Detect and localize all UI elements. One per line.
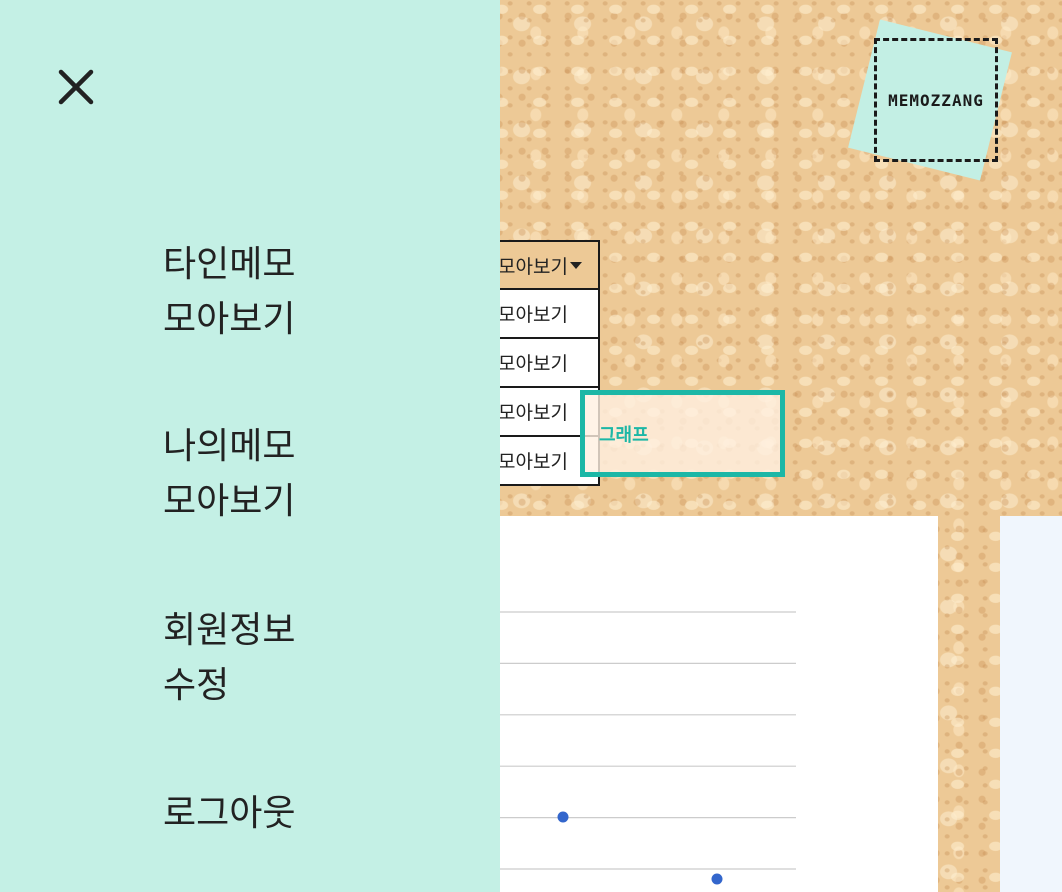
menu-item-line: 모아보기 — [163, 299, 296, 340]
dropdown-selected-label: 모아보기 — [498, 255, 568, 278]
menu-item-logout[interactable]: 로그아웃 — [163, 786, 343, 841]
close-icon — [58, 69, 94, 105]
menu-item-line: 타인메모 — [163, 244, 296, 285]
dropdown-option-label: 모아보기 — [498, 402, 568, 424]
side-menu: 타인메모 모아보기 나의메모 모아보기 회원정보 수정 로그아웃 — [0, 0, 500, 892]
dropdown-option-label: 모아보기 — [498, 304, 568, 326]
right-panel — [1000, 516, 1062, 892]
menu-item-my-memos[interactable]: 나의메모 모아보기 — [163, 419, 343, 529]
logo-text: MEMOZZANG — [888, 90, 984, 110]
menu-item-line: 나의메모 — [163, 426, 296, 467]
graph-button-label: 그래프 — [599, 424, 649, 446]
dropdown-option-label: 모아보기 — [498, 451, 568, 473]
chart-point — [557, 811, 569, 823]
caret-down-icon — [570, 261, 582, 269]
menu-item-line: 모아보기 — [163, 481, 296, 522]
menu-item-line: 회원정보 — [163, 610, 296, 651]
logo[interactable]: MEMOZZANG — [848, 19, 1018, 182]
menu-item-others-memos[interactable]: 타인메모 모아보기 — [163, 237, 343, 347]
menu-item-edit-profile[interactable]: 회원정보 수정 — [163, 603, 343, 713]
logo-frame: MEMOZZANG — [874, 38, 998, 162]
graph-button[interactable]: 그래프 — [580, 390, 785, 477]
chart — [470, 611, 796, 885]
menu-item-line: 수정 — [163, 665, 230, 706]
chart-point — [711, 873, 723, 885]
menu-item-line: 로그아웃 — [163, 793, 296, 834]
chart-card — [470, 516, 938, 892]
dropdown-option-label: 모아보기 — [498, 353, 568, 375]
close-button[interactable] — [57, 68, 95, 106]
